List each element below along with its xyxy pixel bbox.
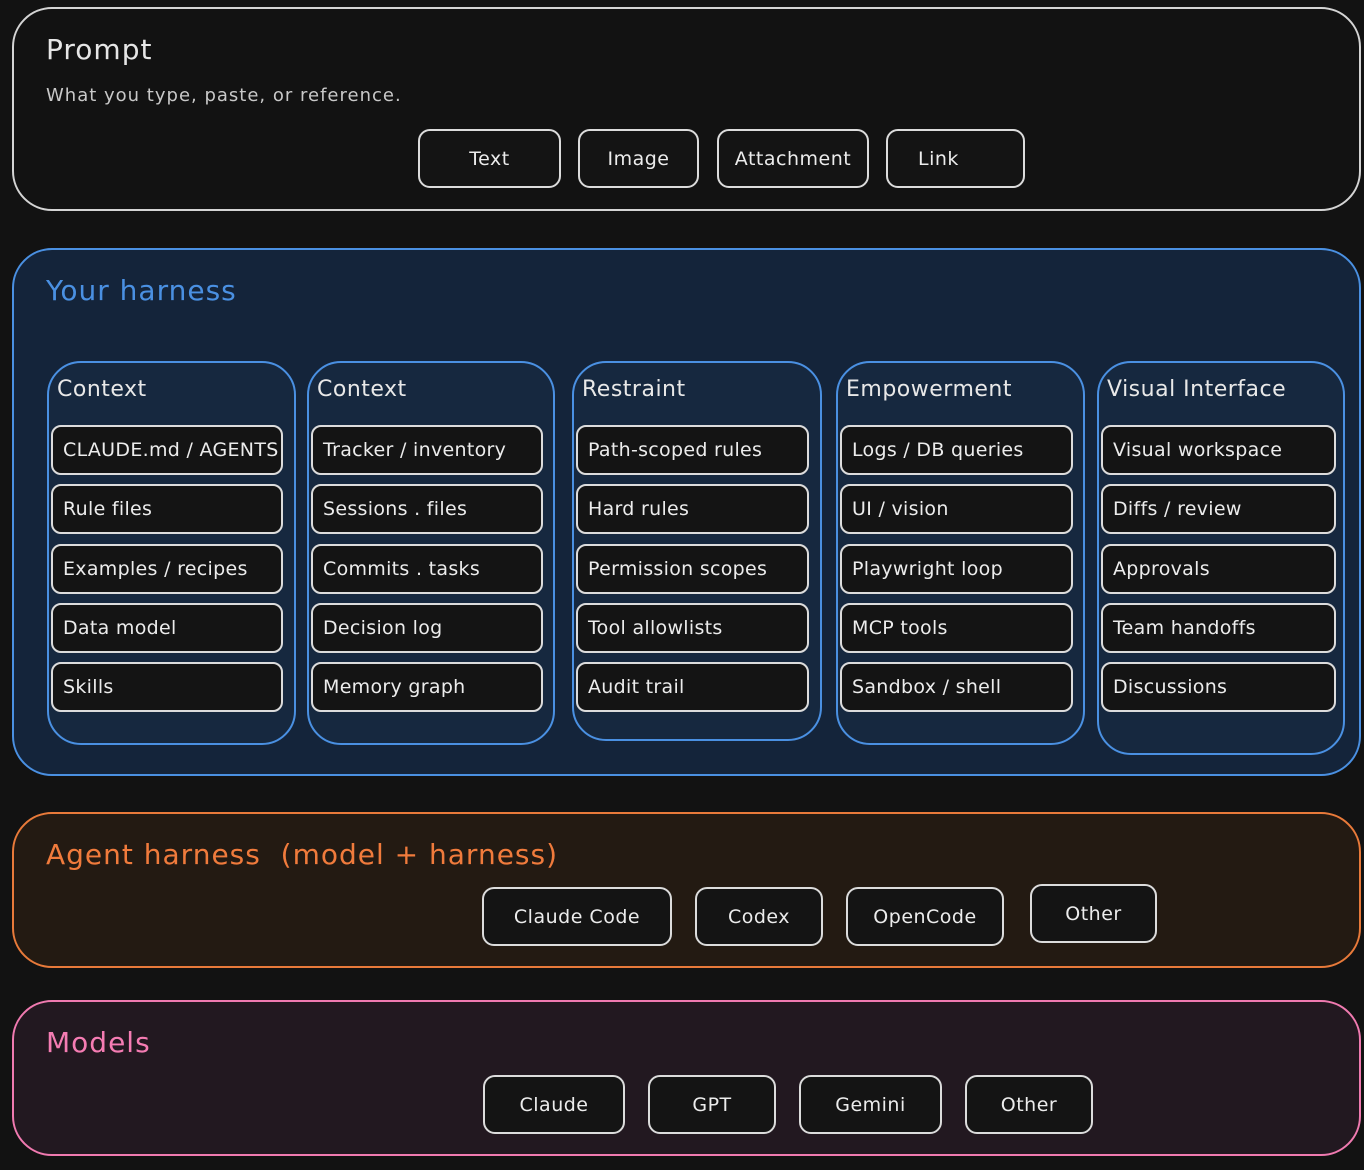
list-item[interactable]: MCP tools bbox=[840, 603, 1073, 653]
list-item[interactable]: Memory graph bbox=[311, 662, 543, 712]
list-item[interactable]: CLAUDE.md / AGENTS bbox=[51, 425, 283, 475]
agent-chip-codex[interactable]: Codex bbox=[695, 887, 823, 946]
prompt-subtitle: What you type, paste, or reference. bbox=[46, 85, 402, 106]
model-chip-gpt[interactable]: GPT bbox=[648, 1075, 776, 1134]
group-context-1: Context CLAUDE.md / AGENTS Rule files Ex… bbox=[47, 361, 296, 745]
list-item[interactable]: Discussions bbox=[1101, 662, 1336, 712]
list-item[interactable]: Approvals bbox=[1101, 544, 1336, 594]
prompt-chip-attachment[interactable]: Attachment bbox=[717, 129, 869, 188]
agent-harness-title: Agent harness (model + harness) bbox=[46, 838, 559, 871]
list-item[interactable]: Examples / recipes bbox=[51, 544, 283, 594]
list-item[interactable]: UI / vision bbox=[840, 484, 1073, 534]
list-item[interactable]: Logs / DB queries bbox=[840, 425, 1073, 475]
agent-chip-opencode[interactable]: OpenCode bbox=[846, 887, 1004, 946]
list-item[interactable]: Data model bbox=[51, 603, 283, 653]
list-item[interactable]: Tracker / inventory bbox=[311, 425, 543, 475]
group-title: Visual Interface bbox=[1107, 377, 1287, 402]
group-title: Restraint bbox=[582, 377, 686, 402]
agent-chip-other[interactable]: Other bbox=[1030, 884, 1157, 943]
prompt-chip-text[interactable]: Text bbox=[418, 129, 561, 188]
group-title: Empowerment bbox=[846, 377, 1012, 402]
list-item[interactable]: Permission scopes bbox=[576, 544, 809, 594]
list-item[interactable]: Visual workspace bbox=[1101, 425, 1336, 475]
list-item[interactable]: Commits . tasks bbox=[311, 544, 543, 594]
list-item[interactable]: Audit trail bbox=[576, 662, 809, 712]
list-item[interactable]: Decision log bbox=[311, 603, 543, 653]
list-item[interactable]: Tool allowlists bbox=[576, 603, 809, 653]
list-item[interactable]: Team handoffs bbox=[1101, 603, 1336, 653]
list-item[interactable]: Rule files bbox=[51, 484, 283, 534]
group-restraint: Restraint Path-scoped rules Hard rules P… bbox=[572, 361, 822, 741]
prompt-chip-link[interactable]: Link bbox=[886, 129, 1025, 188]
model-chip-claude[interactable]: Claude bbox=[483, 1075, 625, 1134]
group-title: Context bbox=[317, 377, 407, 402]
diagram-canvas: Prompt What you type, paste, or referenc… bbox=[0, 0, 1364, 1170]
list-item[interactable]: Playwright loop bbox=[840, 544, 1073, 594]
list-item[interactable]: Skills bbox=[51, 662, 283, 712]
group-context-2: Context Tracker / inventory Sessions . f… bbox=[307, 361, 555, 745]
list-item[interactable]: Sandbox / shell bbox=[840, 662, 1073, 712]
agent-harness-layer: Agent harness (model + harness) bbox=[12, 812, 1361, 968]
group-empowerment: Empowerment Logs / DB queries UI / visio… bbox=[836, 361, 1085, 745]
list-item[interactable]: Sessions . files bbox=[311, 484, 543, 534]
list-item[interactable]: Hard rules bbox=[576, 484, 809, 534]
agent-chip-claude-code[interactable]: Claude Code bbox=[482, 887, 672, 946]
list-item[interactable]: Path-scoped rules bbox=[576, 425, 809, 475]
model-chip-other[interactable]: Other bbox=[965, 1075, 1093, 1134]
prompt-chip-image[interactable]: Image bbox=[578, 129, 699, 188]
model-chip-gemini[interactable]: Gemini bbox=[799, 1075, 942, 1134]
models-title: Models bbox=[46, 1026, 151, 1059]
group-visual-interface: Visual Interface Visual workspace Diffs … bbox=[1097, 361, 1345, 755]
group-title: Context bbox=[57, 377, 147, 402]
harness-title: Your harness bbox=[46, 274, 237, 307]
list-item[interactable]: Diffs / review bbox=[1101, 484, 1336, 534]
prompt-title: Prompt bbox=[46, 33, 153, 66]
